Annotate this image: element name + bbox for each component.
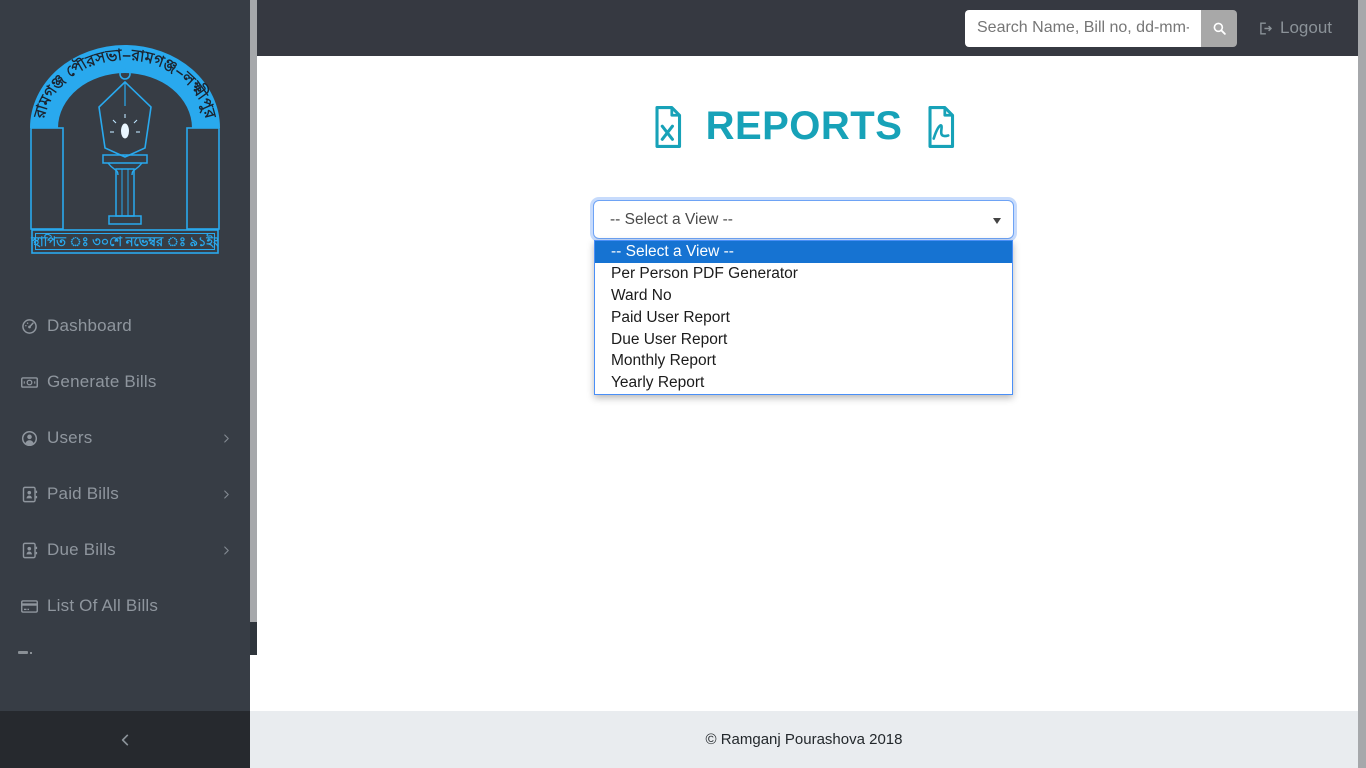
select-option-0[interactable]: -- Select a View -- — [595, 241, 1012, 263]
search-input[interactable] — [965, 9, 1201, 47]
sidebar-scrollbar-track[interactable] — [250, 0, 257, 655]
sidebar-collapse-button[interactable] — [0, 711, 250, 768]
magnifier-icon — [1211, 20, 1228, 37]
tachometer-icon — [20, 317, 39, 336]
file-excel-icon — [649, 105, 686, 149]
reports-title-row: REPORTS — [250, 104, 1358, 149]
footer: © Ramganj Pourashova 2018 — [250, 711, 1358, 768]
sidebar-item-label: Paid Bills — [47, 484, 119, 503]
select-dropdown-arrow-icon — [993, 218, 1001, 224]
sidebar-item-label: Due Bills — [47, 540, 116, 559]
logout-label: Logout — [1280, 18, 1332, 37]
sidebar-item-label: Dashboard — [47, 316, 132, 335]
view-select-option-list: -- Select a View -- Per Person PDF Genera… — [594, 240, 1013, 396]
view-select[interactable]: -- Select a View -- — [593, 200, 1014, 239]
page-scrollbar-thumb[interactable] — [1358, 0, 1366, 768]
sidebar-item-label: Users — [47, 428, 93, 447]
sidebar-item-list-of-all-bills[interactable]: List Of All Bills — [0, 578, 250, 634]
sidebar-nav: Dashboard Generate Bills Users Paid Bill… — [0, 298, 250, 634]
select-option-6[interactable]: Yearly Report — [595, 372, 1012, 394]
chevron-right-icon — [219, 543, 234, 558]
sidebar-item-dashboard[interactable]: Dashboard — [0, 298, 250, 354]
page-scrollbar-track[interactable] — [1358, 0, 1366, 768]
address-book-icon — [20, 541, 39, 560]
topbar: Logout — [257, 0, 1358, 56]
sidebar-item-label: List Of All Bills — [47, 596, 159, 615]
select-option-5[interactable]: Monthly Report — [595, 350, 1012, 372]
chevron-right-icon — [219, 487, 234, 502]
page-title: REPORTS — [705, 104, 903, 148]
sidebar-item-due-bills[interactable]: Due Bills — [0, 522, 250, 578]
search-group — [965, 9, 1237, 47]
chevron-right-icon — [219, 431, 234, 446]
select-option-4[interactable]: Due User Report — [595, 329, 1012, 351]
partially-visible-menu-item-icon — [18, 651, 32, 655]
select-option-2[interactable]: Ward No — [595, 285, 1012, 307]
sidebar-item-label: Generate Bills — [47, 372, 157, 391]
sidebar-item-generate-bills[interactable]: Generate Bills — [0, 354, 250, 410]
user-circle-icon — [20, 429, 39, 448]
sidebar-scrollbar-thumb[interactable] — [250, 0, 257, 622]
sidebar-item-paid-bills[interactable]: Paid Bills — [0, 466, 250, 522]
logout-button[interactable]: Logout — [1257, 18, 1332, 38]
municipality-logo: রামগঞ্জ পৌরসভা–রামগঞ্জ–লক্ষ্মীপুর স্থাপি… — [30, 43, 220, 255]
file-pdf-icon — [922, 105, 959, 149]
view-select-value: -- Select a View -- — [610, 210, 733, 228]
select-option-1[interactable]: Per Person PDF Generator — [595, 263, 1012, 285]
main-content: REPORTS -- Select a View -- -- Select a … — [250, 56, 1358, 711]
sidebar: রামগঞ্জ পৌরসভা–রামগঞ্জ–লক্ষ্মীপুর স্থাপি… — [0, 0, 250, 711]
search-button[interactable] — [1201, 9, 1237, 47]
credit-card-icon — [20, 597, 39, 616]
select-option-3[interactable]: Paid User Report — [595, 307, 1012, 329]
money-bill-icon — [20, 373, 39, 392]
address-book-icon — [20, 485, 39, 504]
logo-established-text: স্থাপিত ঃ ৩০শে নভেম্বর ঃ ৯১ইং — [30, 233, 219, 249]
chevron-left-icon — [115, 730, 135, 750]
copyright-text: © Ramganj Pourashova 2018 — [705, 731, 903, 748]
sign-out-icon — [1257, 20, 1274, 37]
sidebar-item-users[interactable]: Users — [0, 410, 250, 466]
